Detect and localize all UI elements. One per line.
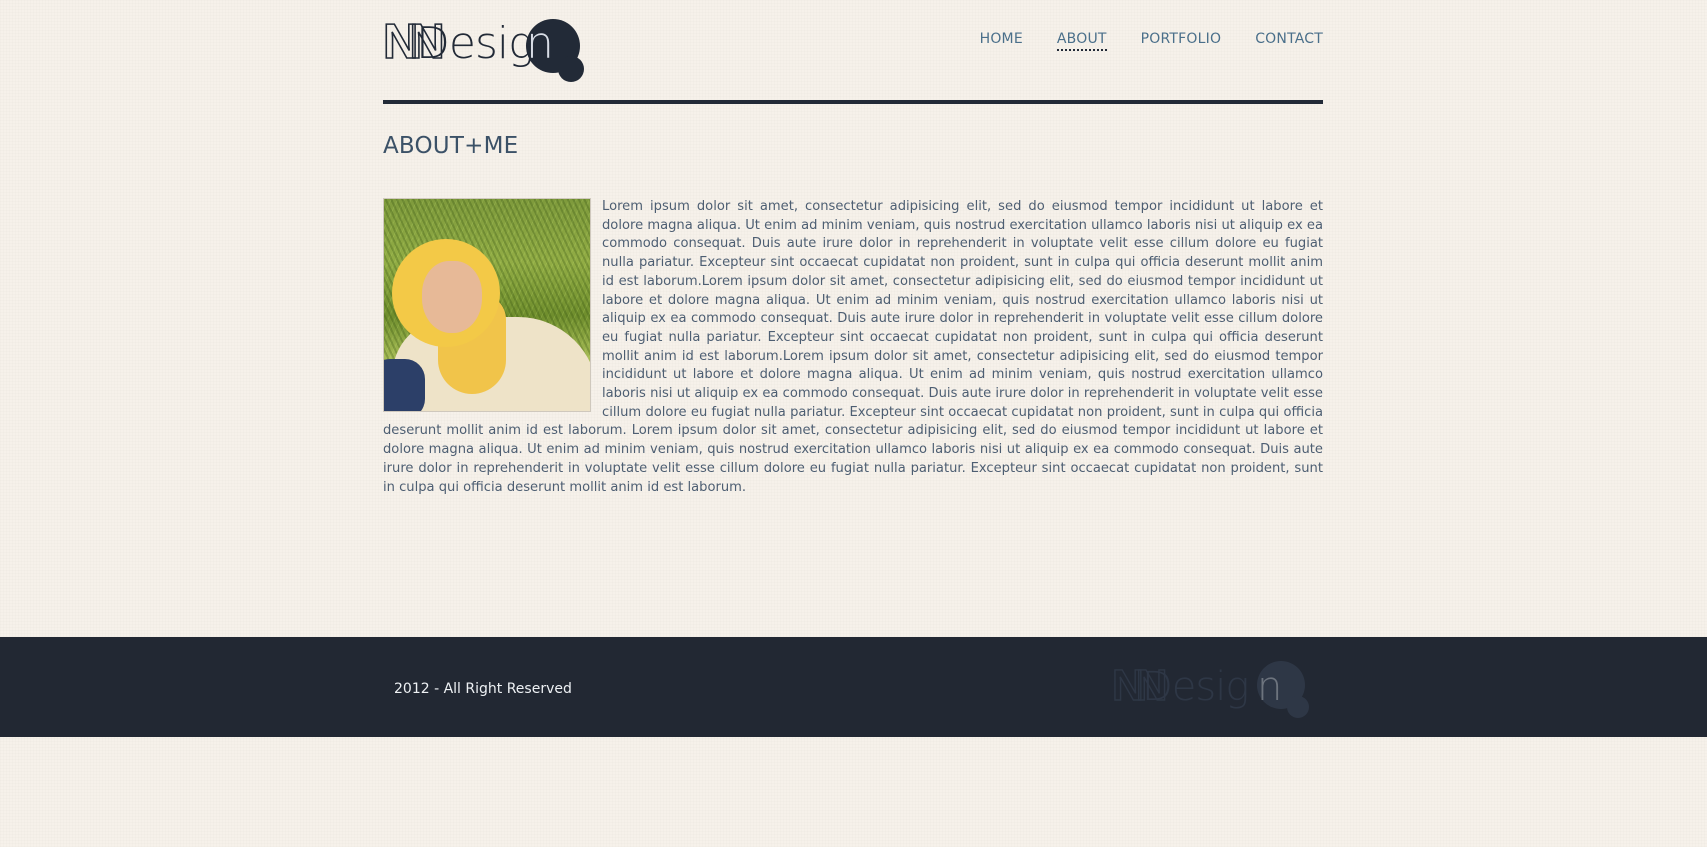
header-divider bbox=[383, 100, 1323, 104]
logo-circle-small bbox=[558, 56, 584, 82]
site-logo[interactable]: NN Desig n bbox=[382, 14, 588, 86]
nav-contact[interactable]: CONTACT bbox=[1255, 31, 1323, 51]
about-section: Lorem ipsum dolor sit amet, consectetur … bbox=[383, 198, 1323, 497]
site-footer: 2012 - All Right Reserved NN Desig n bbox=[0, 637, 1707, 737]
nav-about[interactable]: ABOUT bbox=[1056, 31, 1107, 51]
footer-logo-wordmark: Desig bbox=[1142, 664, 1249, 710]
photo-sleeve bbox=[384, 359, 425, 411]
footer-logo: NN Desig n bbox=[1111, 660, 1317, 733]
main-nav: HOME ABOUT PORTFOLIO CONTACT bbox=[946, 31, 1323, 51]
footer-logo-circle-small bbox=[1287, 696, 1309, 718]
nav-portfolio[interactable]: PORTFOLIO bbox=[1141, 31, 1222, 51]
logo-wordmark: Desig bbox=[416, 18, 535, 69]
photo-face bbox=[422, 261, 482, 333]
footer-copyright: 2012 - All Right Reserved bbox=[394, 681, 572, 697]
logo-wordmark-last-letter: n bbox=[526, 18, 554, 69]
site-header: NN Desig n HOME ABOUT PORTFOLIO CONTACT bbox=[382, 0, 1323, 104]
profile-photo bbox=[383, 198, 591, 412]
footer-logo-last-letter: n bbox=[1257, 664, 1283, 710]
nav-home[interactable]: HOME bbox=[980, 31, 1023, 51]
page-title: ABOUT+ME bbox=[383, 133, 519, 159]
